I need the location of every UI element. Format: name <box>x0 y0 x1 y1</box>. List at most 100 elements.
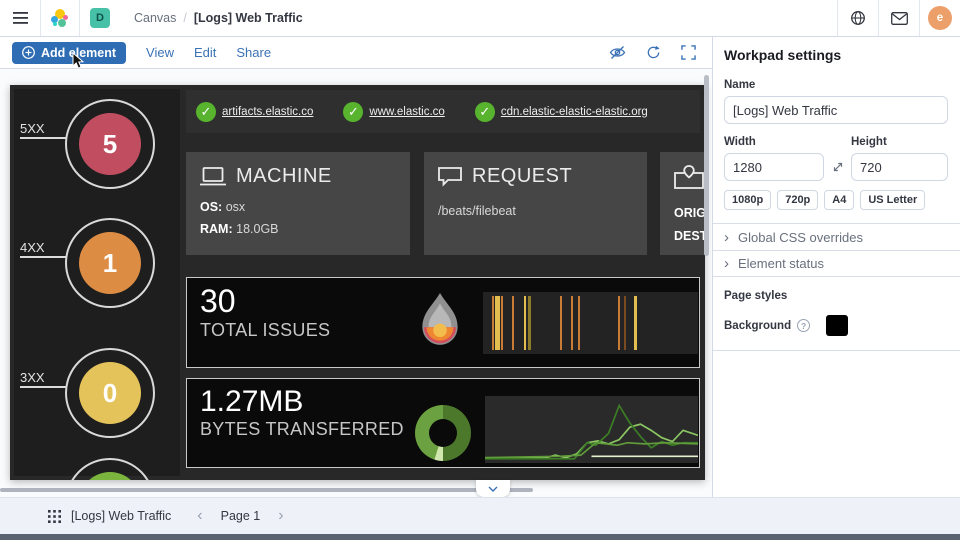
sidebar-divider <box>713 350 960 351</box>
fullscreen-button[interactable] <box>681 45 696 60</box>
bytes-transferred-panel[interactable]: 1.27MB BYTES TRANSFERRED <box>186 378 700 468</box>
domain-badge[interactable]: ✓ www.elastic.co <box>343 102 444 122</box>
avatar: e <box>928 6 952 30</box>
element-status-accordion[interactable]: › Element status <box>713 250 960 277</box>
global-css-overrides-accordion[interactable]: › Global CSS overrides <box>713 223 960 250</box>
global-css-overrides-label: Global CSS overrides <box>738 230 863 245</box>
canvas-toolbar: Add element View Edit Share <box>0 37 712 69</box>
background-setting-row: Background ? <box>724 315 948 336</box>
page-styles-title: Page styles <box>724 290 948 302</box>
size-presets: 1080p 720p A4 US Letter <box>724 190 948 210</box>
domain-label: www.elastic.co <box>369 106 444 118</box>
preset-720p-button[interactable]: 720p <box>777 190 818 210</box>
breadcrumb: Canvas / [Logs] Web Traffic <box>134 11 303 25</box>
space-switcher-button[interactable]: D <box>80 0 120 36</box>
machine-title: MACHINE <box>236 165 332 188</box>
issues-rug-chart <box>483 292 698 354</box>
geo-panel[interactable]: ORIG DEST <box>660 152 705 255</box>
gauge-label-4xx: 4XX <box>20 240 67 258</box>
request-title: REQUEST <box>472 165 572 188</box>
bytes-line-chart <box>485 396 698 463</box>
toolbar-right-icons <box>609 45 696 60</box>
domain-badge[interactable]: ✓ artifacts.elastic.co <box>196 102 313 122</box>
request-path: /beats/filebeat <box>438 201 633 223</box>
chevron-right-icon: › <box>724 256 729 271</box>
mail-button[interactable] <box>879 0 919 36</box>
height-label: Height <box>851 136 887 148</box>
menu-view[interactable]: View <box>146 45 174 60</box>
current-page-label[interactable]: Page 1 <box>221 509 261 523</box>
total-issues-panel[interactable]: 30 TOTAL ISSUES <box>186 277 700 368</box>
gauge-5xx[interactable]: 5 <box>79 113 141 175</box>
domain-status-strip: ✓ artifacts.elastic.co ✓ www.elastic.co … <box>186 90 700 133</box>
previous-page-button[interactable]: ‹ <box>197 508 202 524</box>
page-manager-bar: [Logs] Web Traffic ‹ Page 1 › <box>0 497 960 534</box>
machine-details: OS: osx RAM: 18.0GB <box>200 197 396 241</box>
canvas-workspace: 5XX 5 4XX 1 3XX 0 ✓ artifacts.elastic.co… <box>0 69 712 497</box>
flame-icon <box>419 293 461 349</box>
breadcrumb-current-page: [Logs] Web Traffic <box>194 11 303 25</box>
elastic-logo-icon <box>51 9 69 27</box>
bytes-donut-chart <box>415 405 471 461</box>
map-pin-icon <box>674 165 704 189</box>
preset-a4-button[interactable]: A4 <box>824 190 854 210</box>
preset-1080p-button[interactable]: 1080p <box>724 190 771 210</box>
horizontal-scrollbar-thumb[interactable] <box>0 488 533 492</box>
globe-menu-button[interactable] <box>838 0 878 36</box>
help-icon[interactable]: ? <box>797 319 810 332</box>
refresh-button[interactable] <box>646 45 661 60</box>
vertical-scrollbar-thumb[interactable] <box>704 75 709 256</box>
hamburger-menu-button[interactable] <box>0 0 40 36</box>
check-circle-icon: ✓ <box>196 102 216 122</box>
workpad-settings-title: Workpad settings <box>724 47 948 63</box>
request-panel[interactable]: REQUEST /beats/filebeat <box>424 152 647 255</box>
total-issues-label: TOTAL ISSUES <box>200 320 330 341</box>
breadcrumb-canvas-link[interactable]: Canvas <box>134 11 176 25</box>
add-element-button[interactable]: Add element <box>12 42 126 64</box>
background-color-swatch[interactable] <box>826 315 848 336</box>
plus-circle-icon <box>22 46 35 59</box>
workpad-name-input[interactable] <box>724 96 948 124</box>
elastic-logo-button[interactable] <box>41 0 79 36</box>
space-badge: D <box>90 8 110 28</box>
width-label: Width <box>724 136 851 148</box>
geo-labels: ORIG DEST <box>674 202 705 247</box>
preset-us-letter-button[interactable]: US Letter <box>860 190 925 210</box>
gauge-4xx[interactable]: 1 <box>79 232 141 294</box>
total-issues-metric: 30 TOTAL ISSUES <box>200 284 330 341</box>
swap-arrows-icon <box>832 161 844 173</box>
workpad-page[interactable]: 5XX 5 4XX 1 3XX 0 ✓ artifacts.elastic.co… <box>10 85 705 480</box>
check-circle-icon: ✓ <box>343 102 363 122</box>
window-bottom-strip <box>0 534 960 540</box>
domain-badge[interactable]: ✓ cdn.elastic-elastic-elastic.org <box>475 102 648 122</box>
next-page-button[interactable]: › <box>278 508 283 524</box>
toolbar-collapse-tab[interactable] <box>476 480 510 497</box>
donut-hole <box>429 419 457 447</box>
background-label: Background <box>724 320 791 332</box>
header-right-actions: e <box>837 0 960 36</box>
check-circle-icon: ✓ <box>475 102 495 122</box>
breadcrumb-separator: / <box>183 11 186 25</box>
menu-share[interactable]: Share <box>236 45 271 60</box>
domain-label: cdn.elastic-elastic-elastic.org <box>501 106 648 118</box>
workpad-settings-panel: Workpad settings Name Width Height 1080p… <box>712 37 960 497</box>
bytes-value: 1.27MB <box>200 385 404 418</box>
height-input[interactable] <box>851 153 948 181</box>
chevron-down-icon <box>488 486 498 492</box>
bytes-metric: 1.27MB BYTES TRANSFERRED <box>200 385 404 440</box>
gauge-3xx[interactable]: 0 <box>79 362 141 424</box>
app-header: D Canvas / [Logs] Web Traffic e <box>0 0 960 37</box>
machine-panel[interactable]: MACHINE OS: osx RAM: 18.0GB <box>186 152 410 255</box>
laptop-icon <box>200 167 226 186</box>
width-input[interactable] <box>724 153 824 181</box>
mouse-cursor <box>72 52 85 70</box>
swap-dimensions-button[interactable] <box>824 161 851 173</box>
hamburger-icon <box>13 12 28 24</box>
name-label: Name <box>724 79 948 91</box>
user-avatar-button[interactable]: e <box>920 0 960 36</box>
page-grid-icon[interactable] <box>48 510 61 523</box>
chevron-right-icon: › <box>724 230 729 245</box>
menu-edit[interactable]: Edit <box>194 45 216 60</box>
hide-editing-controls-button[interactable] <box>609 45 626 60</box>
gauge-label-3xx: 3XX <box>20 370 67 388</box>
